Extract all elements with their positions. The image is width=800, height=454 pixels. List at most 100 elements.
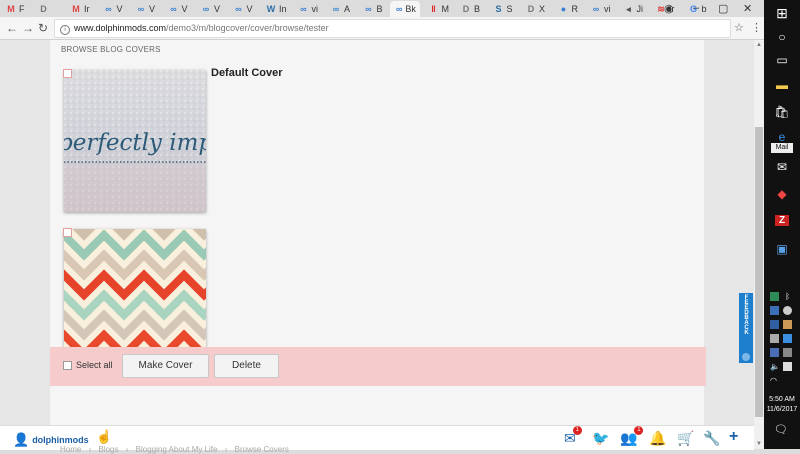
select-all[interactable]: Select all xyxy=(63,360,113,370)
app-icon[interactable]: ◆ xyxy=(764,187,800,201)
mail-icon[interactable]: ✉ xyxy=(764,160,800,174)
browser-tab[interactable]: ∞V xyxy=(195,1,227,17)
tab-favicon-icon: D xyxy=(39,4,49,14)
globe-icon xyxy=(742,353,750,361)
reload-button[interactable]: ↻ xyxy=(38,21,48,35)
tab-label: vi xyxy=(604,4,611,14)
windows-start-icon[interactable]: ⊞ xyxy=(764,5,800,22)
tray-icon-gear[interactable] xyxy=(783,348,792,357)
task-view-icon[interactable]: ▭ xyxy=(764,53,800,67)
notifications-bell-icon[interactable]: 🔔 xyxy=(649,430,666,447)
battery-icon[interactable] xyxy=(783,362,792,371)
tray-icon-green[interactable] xyxy=(770,292,779,301)
volume-icon[interactable]: 🔈 xyxy=(770,362,779,371)
browser-tab[interactable]: DB xyxy=(455,1,487,17)
browser-tab[interactable]: WIn xyxy=(260,1,292,17)
restore-button[interactable]: ▢ xyxy=(718,2,728,15)
edge-icon[interactable]: e xyxy=(764,130,800,144)
forward-button[interactable]: → xyxy=(22,21,34,35)
browser-tab[interactable]: MIr xyxy=(65,1,97,17)
tab-label: X xyxy=(539,4,545,14)
browser-tab[interactable]: D xyxy=(33,1,65,17)
browser-tab[interactable]: ∞V xyxy=(228,1,260,17)
twitter-icon[interactable]: 🐦 xyxy=(592,430,609,447)
cover-script-text: perfectly imperfect xyxy=(64,130,206,156)
tray-icon-x[interactable] xyxy=(770,334,779,343)
browser-tab[interactable]: ◂Ji xyxy=(618,1,650,17)
tray-icon-circle[interactable] xyxy=(770,348,779,357)
cover-item-default[interactable]: perfectly imperfect xyxy=(64,70,206,212)
make-cover-button[interactable]: Make Cover xyxy=(122,354,209,378)
select-all-checkbox[interactable] xyxy=(63,361,72,370)
tab-label: V xyxy=(214,4,220,14)
breadcrumb-item[interactable]: Blogging About My Life xyxy=(136,445,218,454)
browser-tab[interactable]: ∞V xyxy=(163,1,195,17)
tab-favicon-icon: ∞ xyxy=(136,4,146,14)
file-explorer-icon[interactable]: ▬ xyxy=(764,78,800,92)
browser-tab[interactable]: ∞V xyxy=(98,1,130,17)
scroll-up-arrow[interactable]: ▲ xyxy=(756,42,762,48)
store-icon[interactable]: 🛍 xyxy=(764,105,800,119)
browser-tab[interactable]: DX xyxy=(520,1,552,17)
browser-tab[interactable]: ●R xyxy=(553,1,585,17)
browser-tab[interactable]: ≋Ir xyxy=(650,1,682,17)
friends-badge: 1 xyxy=(634,426,643,435)
filezilla-icon[interactable]: Z xyxy=(775,215,789,226)
scrollbar-thumb[interactable] xyxy=(755,127,763,417)
browser-tab[interactable]: ∞vi xyxy=(585,1,617,17)
tray-icon-monitor[interactable] xyxy=(770,320,779,329)
menu-icon[interactable]: ⋮ xyxy=(751,21,762,34)
tab-favicon-icon: S xyxy=(494,4,504,14)
username: dolphinmods xyxy=(32,435,89,445)
address-bar[interactable]: iwww.dolphinmods.com/demo3/m/blogcover/c… xyxy=(54,19,731,38)
url-host: www.dolphinmods.com xyxy=(74,23,166,33)
add-icon[interactable]: + xyxy=(729,428,738,446)
bookmark-star-icon[interactable]: ☆ xyxy=(734,21,744,34)
browser-tab[interactable]: ‖M xyxy=(423,1,455,17)
friends-icon[interactable]: 👥1 xyxy=(620,430,637,447)
info-icon[interactable]: i xyxy=(60,25,70,35)
scroll-down-arrow[interactable]: ▼ xyxy=(756,441,762,447)
breadcrumb: Home › Blogs › Blogging About My Life › … xyxy=(60,445,289,454)
cover-thumbnail-glitter[interactable]: perfectly imperfect xyxy=(64,70,206,212)
browser-tab[interactable]: ∞A xyxy=(325,1,357,17)
cover-checkbox[interactable] xyxy=(63,228,72,237)
default-cover-label: Default Cover xyxy=(211,67,283,79)
tray-icon-grid[interactable] xyxy=(783,320,792,329)
bluetooth-icon[interactable]: ᛒ xyxy=(783,292,792,301)
wifi-icon[interactable]: ◠ xyxy=(770,376,779,385)
tab-label: M xyxy=(442,4,450,14)
cart-icon[interactable]: 🛒 xyxy=(677,430,694,447)
taskbar-clock[interactable]: 5:50 AM 11/6/2017 xyxy=(764,395,800,415)
site-toolbar: Home › Blogs › Blogging About My Life › … xyxy=(0,425,754,450)
tab-favicon-icon: D xyxy=(526,4,536,14)
pointer-hand-icon[interactable]: ☝ xyxy=(96,429,112,445)
browser-tab[interactable]: ∞vi xyxy=(293,1,325,17)
wrench-icon[interactable]: 🔧 xyxy=(703,430,720,447)
delete-button[interactable]: Delete xyxy=(214,354,279,378)
browser-tab[interactable]: Gb xyxy=(683,1,715,17)
tray-icon-app[interactable] xyxy=(783,334,792,343)
cortana-icon[interactable]: ○ xyxy=(764,30,800,44)
tab-favicon-icon: M xyxy=(6,4,16,14)
tab-favicon-icon: ∞ xyxy=(201,4,211,14)
app-window-icon[interactable]: ▣ xyxy=(764,242,800,256)
back-button[interactable]: ← xyxy=(6,21,18,35)
close-window-button[interactable]: ✕ xyxy=(743,2,752,15)
browser-tab[interactable]: ∞V xyxy=(130,1,162,17)
browser-tab[interactable]: ∞Bk× xyxy=(390,1,420,17)
cloud-icon[interactable] xyxy=(783,306,792,315)
browser-tab[interactable]: ∞B xyxy=(358,1,390,17)
action-center-icon[interactable]: 🗨 xyxy=(774,423,788,436)
browser-tab[interactable]: SS xyxy=(488,1,520,17)
messages-icon[interactable]: ✉1 xyxy=(564,430,576,447)
tab-favicon-icon: ∞ xyxy=(396,4,402,14)
tray-icon-blue[interactable] xyxy=(770,306,779,315)
breadcrumb-item[interactable]: Blogs xyxy=(98,445,118,454)
browser-tab[interactable]: MF xyxy=(0,1,32,17)
scrollbar[interactable]: ▲ ▼ xyxy=(754,40,764,449)
feedback-tab[interactable]: FEEDBACK xyxy=(739,293,753,363)
cover-checkbox[interactable] xyxy=(63,69,72,78)
user-menu[interactable]: 👤 dolphinmods xyxy=(13,432,89,448)
tab-favicon-icon: ∞ xyxy=(299,4,309,14)
